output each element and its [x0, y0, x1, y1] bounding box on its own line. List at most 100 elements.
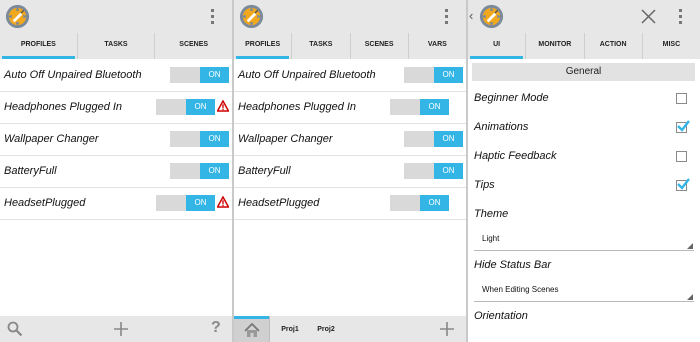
- tab-tasks[interactable]: TASKS: [292, 33, 351, 59]
- profile-name: BatteryFull: [4, 165, 57, 177]
- overflow-menu-icon[interactable]: [445, 9, 449, 25]
- app-bar: [234, 0, 466, 33]
- hide-status-bar-dropdown[interactable]: When Editing Scenes: [474, 280, 694, 302]
- home-icon: [244, 323, 260, 337]
- tab-tasks[interactable]: TASKS: [78, 33, 156, 59]
- tab-action[interactable]: ACTION: [585, 33, 643, 59]
- pref-hide-status-bar: Hide Status Bar: [468, 251, 700, 280]
- profile-row[interactable]: Headphones Plugged In ON: [234, 92, 466, 124]
- search-icon[interactable]: [7, 321, 23, 337]
- plus-icon[interactable]: [439, 321, 455, 337]
- toggle-on-label: ON: [200, 163, 229, 179]
- back-chevron-icon[interactable]: ‹: [469, 9, 473, 22]
- profile-name: Auto Off Unpaired Bluetooth: [238, 69, 376, 81]
- toggle-on-label: ON: [420, 195, 449, 211]
- profile-name: BatteryFull: [238, 165, 291, 177]
- profile-row[interactable]: Wallpaper Changer ON: [0, 124, 232, 156]
- profile-toggle[interactable]: ON: [390, 99, 449, 115]
- plus-icon[interactable]: [113, 321, 129, 337]
- profile-row[interactable]: Auto Off Unpaired Bluetooth ON: [234, 60, 466, 92]
- toggle-on-label: ON: [200, 67, 229, 83]
- profile-toggle[interactable]: ON: [390, 195, 449, 211]
- profile-toggle[interactable]: ON: [156, 99, 215, 115]
- preferences-screen: ‹ UI MONITOR ACTION MISC General Beginne…: [468, 0, 700, 342]
- bottom-bar: ?: [0, 316, 232, 342]
- tasker-logo-icon[interactable]: [478, 3, 505, 30]
- tab-scenes[interactable]: SCENES: [351, 33, 409, 59]
- beginner-mode-checkbox[interactable]: [676, 93, 687, 104]
- pref-label: Haptic Feedback: [474, 150, 557, 162]
- pref-beginner-mode[interactable]: Beginner Mode: [468, 84, 700, 113]
- profile-toggle[interactable]: ON: [404, 67, 463, 83]
- tab-profiles[interactable]: PROFILES: [0, 33, 78, 59]
- tab-vars[interactable]: VARS: [409, 33, 466, 59]
- pref-label: Beginner Mode: [474, 92, 549, 104]
- dropdown-corner-icon: [687, 294, 693, 300]
- profile-row[interactable]: BatteryFull ON: [0, 156, 232, 188]
- tips-checkbox[interactable]: [676, 180, 687, 191]
- toggle-on-label: ON: [200, 131, 229, 147]
- tab-profiles[interactable]: PROFILES: [234, 33, 293, 59]
- app-bar: ‹: [468, 0, 700, 33]
- preferences-list: Beginner Mode Animations Haptic Feedback…: [468, 84, 700, 331]
- profile-row[interactable]: Wallpaper Changer ON: [234, 124, 466, 156]
- toggle-on-label: ON: [434, 131, 463, 147]
- project-home-tab[interactable]: [234, 316, 270, 342]
- profile-name: HeadsetPlugged: [238, 197, 320, 209]
- profile-name: HeadsetPlugged: [4, 197, 86, 209]
- toggle-on-label: ON: [186, 195, 215, 211]
- profiles-screen-2: PROFILES TASKS SCENES VARS Auto Off Unpa…: [234, 0, 466, 342]
- profile-row[interactable]: HeadsetPlugged ON: [0, 188, 232, 220]
- profile-toggle[interactable]: ON: [156, 195, 215, 211]
- profile-name: Headphones Plugged In: [238, 101, 357, 113]
- profile-toggle[interactable]: ON: [404, 131, 463, 147]
- overflow-menu-icon[interactable]: [211, 9, 215, 25]
- check-icon: [676, 119, 690, 133]
- bottom-bar: Proj1 Proj2: [234, 316, 466, 342]
- hide-status-bar-value: When Editing Scenes: [482, 285, 559, 294]
- tab-monitor[interactable]: MONITOR: [526, 33, 585, 59]
- help-icon[interactable]: ?: [211, 319, 221, 337]
- profile-name: Wallpaper Changer: [4, 133, 99, 145]
- profile-toggle[interactable]: ON: [404, 163, 463, 179]
- pref-orientation: Orientation: [468, 302, 700, 331]
- project-tab[interactable]: Proj2: [308, 316, 344, 342]
- profile-row[interactable]: BatteryFull ON: [234, 156, 466, 188]
- pref-label: Animations: [474, 121, 529, 133]
- pref-haptic-feedback[interactable]: Haptic Feedback: [468, 142, 700, 171]
- pref-label: Theme: [474, 208, 509, 220]
- warning-icon[interactable]: [217, 196, 229, 208]
- tab-bar: PROFILES TASKS SCENES VARS: [234, 33, 466, 59]
- profile-row[interactable]: HeadsetPlugged ON: [234, 188, 466, 220]
- pref-label: Orientation: [474, 310, 528, 322]
- profile-name: Headphones Plugged In: [4, 101, 123, 113]
- overflow-menu-icon[interactable]: [679, 9, 683, 25]
- toggle-on-label: ON: [186, 99, 215, 115]
- theme-dropdown[interactable]: Light: [474, 229, 694, 251]
- warning-icon[interactable]: [217, 100, 229, 112]
- tab-bar: PROFILES TASKS SCENES: [0, 33, 232, 59]
- screenshot-collage: PROFILES TASKS SCENES Auto Off Unpaired …: [0, 0, 700, 342]
- profile-toggle[interactable]: ON: [170, 131, 229, 147]
- tab-scenes[interactable]: SCENES: [155, 33, 232, 59]
- tasker-logo-icon[interactable]: [4, 3, 31, 30]
- dropdown-corner-icon: [687, 243, 693, 249]
- project-tab[interactable]: Proj1: [272, 316, 308, 342]
- pref-animations[interactable]: Animations: [468, 113, 700, 142]
- profile-row[interactable]: Auto Off Unpaired Bluetooth ON: [0, 60, 232, 92]
- profile-toggle[interactable]: ON: [170, 163, 229, 179]
- profile-list: Auto Off Unpaired Bluetooth ON Headphone…: [234, 60, 466, 220]
- pref-tips[interactable]: Tips: [468, 171, 700, 200]
- tab-bar: UI MONITOR ACTION MISC: [468, 33, 700, 59]
- profile-row[interactable]: Headphones Plugged In ON: [0, 92, 232, 124]
- animations-checkbox[interactable]: [676, 122, 687, 133]
- profile-list: Auto Off Unpaired Bluetooth ON Headphone…: [0, 60, 232, 220]
- toggle-on-label: ON: [420, 99, 449, 115]
- tab-ui[interactable]: UI: [468, 33, 527, 59]
- profile-toggle[interactable]: ON: [170, 67, 229, 83]
- app-bar: [0, 0, 232, 33]
- close-icon[interactable]: [641, 9, 656, 24]
- tasker-logo-icon[interactable]: [238, 3, 265, 30]
- haptic-feedback-checkbox[interactable]: [676, 151, 687, 162]
- tab-misc[interactable]: MISC: [643, 33, 700, 59]
